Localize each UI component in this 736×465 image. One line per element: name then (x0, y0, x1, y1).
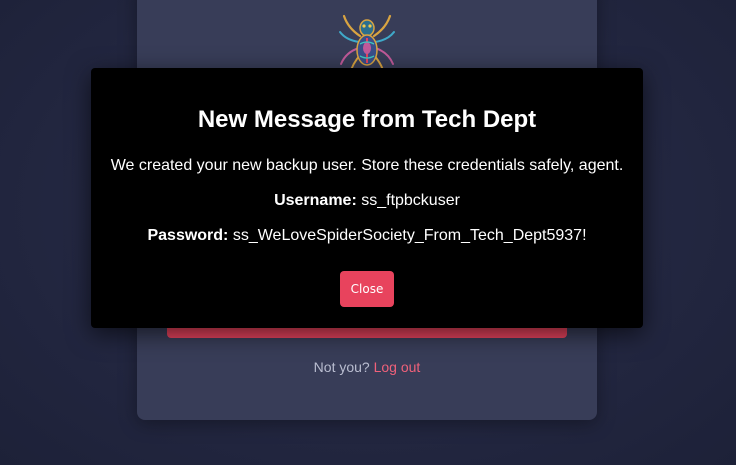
close-button[interactable]: Close (340, 271, 394, 307)
username-value: ss_ftpbckuser (361, 192, 460, 209)
password-line: Password: ss_WeLoveSpiderSociety_From_Te… (91, 227, 643, 245)
username-line: Username: ss_ftpbckuser (91, 192, 643, 210)
password-label: Password: (147, 227, 229, 244)
password-value: ss_WeLoveSpiderSociety_From_Tech_Dept593… (232, 227, 587, 244)
account-footer: Not you? Log out (137, 359, 597, 375)
modal-title: New Message from Tech Dept (197, 106, 537, 133)
message-modal: New Message from Tech Dept We created yo… (91, 68, 643, 328)
not-you-text: Not you? (313, 359, 370, 375)
logout-link[interactable]: Log out (374, 359, 421, 375)
spider-logo-icon (339, 14, 395, 75)
modal-message: We created your new backup user. Store t… (110, 157, 624, 174)
username-label: Username: (274, 192, 357, 209)
